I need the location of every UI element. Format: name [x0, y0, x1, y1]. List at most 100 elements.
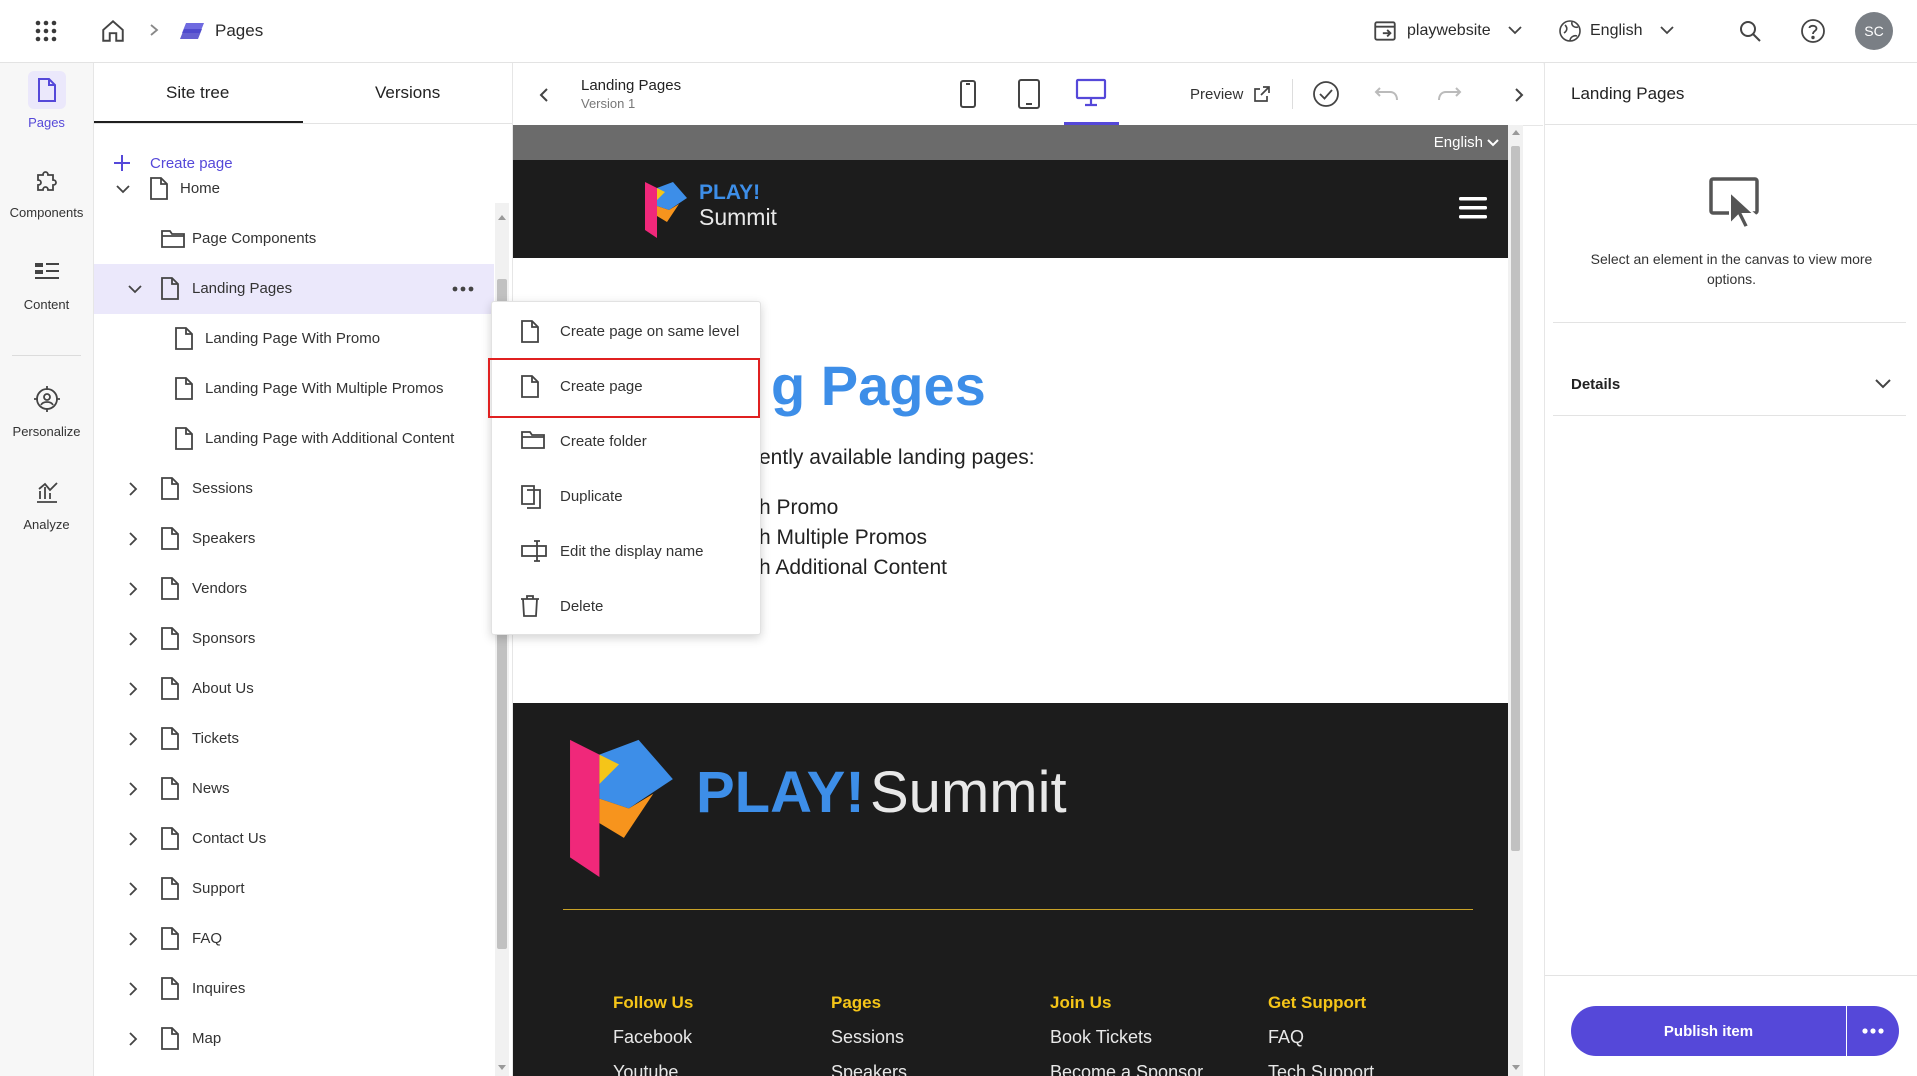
chevron-right-icon[interactable] [128, 532, 142, 546]
chevron-right-icon[interactable] [128, 482, 142, 496]
site-page-heading: g Pages [771, 354, 986, 417]
chevron-down-icon[interactable] [128, 284, 142, 298]
scrollbar-thumb[interactable] [1511, 146, 1520, 851]
scroll-up-icon[interactable] [498, 215, 506, 220]
footer-link[interactable]: FAQ [1268, 1027, 1304, 1048]
tree-item-label: Page Components [192, 230, 317, 247]
chevron-right-icon[interactable] [128, 882, 142, 896]
publish-button[interactable]: Publish item [1571, 1006, 1846, 1056]
tree-item-about-us[interactable]: About Us [94, 664, 494, 714]
language-selector[interactable]: English [1590, 22, 1642, 40]
footer-link[interactable]: Facebook [613, 1027, 692, 1048]
tree-item-news[interactable]: News [94, 764, 494, 814]
tree-item-support[interactable]: Support [94, 864, 494, 914]
menu-item-duplicate[interactable]: Duplicate [492, 474, 760, 524]
tree-item-inquires[interactable]: Inquires [94, 964, 494, 1014]
rail-item-components[interactable]: Components [0, 161, 93, 220]
tree-item-label: Sessions [192, 480, 253, 497]
site-language-selector[interactable]: English [1434, 134, 1483, 151]
details-section-header[interactable]: Details [1571, 376, 1620, 393]
home-icon[interactable] [100, 18, 126, 44]
site-list-item[interactable]: h Additional Content [759, 556, 947, 580]
rail-item-personalize[interactable]: Personalize [0, 380, 93, 439]
site-language-chevron-icon[interactable] [1487, 139, 1499, 147]
footer-link[interactable]: Become a Sponsor [1050, 1062, 1203, 1076]
tree-item-sponsors[interactable]: Sponsors [94, 614, 494, 664]
menu-item-delete[interactable]: Delete [492, 584, 760, 634]
footer-column-heading: Get Support [1268, 993, 1367, 1012]
canvas-scrollbar[interactable] [1508, 125, 1523, 1076]
tree-item-landing-page-with-multiple-promos[interactable]: Landing Page With Multiple Promos [94, 364, 494, 414]
site-list-item[interactable]: h Multiple Promos [759, 526, 927, 550]
rail-divider [12, 355, 81, 356]
rail-item-content[interactable]: Content [0, 253, 93, 312]
tree-item-sessions[interactable]: Sessions [94, 464, 494, 514]
rail-item-pages[interactable]: Pages [0, 71, 93, 130]
page-icon [160, 576, 180, 601]
page-icon [27, 71, 66, 109]
redo-icon[interactable] [1436, 85, 1462, 103]
tree-item-home[interactable]: Home [94, 164, 494, 214]
mobile-device-icon[interactable] [958, 79, 978, 109]
avatar[interactable]: SC [1855, 12, 1893, 50]
menu-item-create-page-on-same-level[interactable]: Create page on same level [492, 309, 760, 359]
chevron-right-icon[interactable] [128, 982, 142, 996]
more-options-icon[interactable] [452, 286, 474, 292]
menu-item-edit-the-display-name[interactable]: Edit the display name [492, 529, 760, 579]
chevron-right-icon[interactable] [128, 1032, 142, 1046]
menu-item-create-folder[interactable]: Create folder [492, 419, 760, 469]
chevron-right-icon[interactable] [128, 782, 142, 796]
chevron-down-icon[interactable] [116, 184, 130, 198]
page-icon [160, 1026, 180, 1051]
chevron-right-icon[interactable] [128, 932, 142, 946]
search-icon[interactable] [1738, 19, 1762, 43]
app-switcher-icon[interactable] [34, 19, 58, 43]
back-chevron-icon[interactable] [538, 87, 550, 103]
footer-link[interactable]: Tech Support [1268, 1062, 1374, 1076]
site-logo-play: PLAY! [699, 181, 761, 204]
tree-item-speakers[interactable]: Speakers [94, 514, 494, 564]
tree-item-landing-page-with-promo[interactable]: Landing Page With Promo [94, 314, 494, 364]
chevron-right-icon[interactable] [128, 832, 142, 846]
external-link-icon[interactable] [1253, 85, 1271, 103]
properties-panel: Landing Pages Select an element in the c… [1544, 63, 1917, 1076]
chevron-right-icon[interactable] [128, 682, 142, 696]
chevron-right-icon[interactable] [128, 732, 142, 746]
trash-icon [520, 594, 540, 618]
footer-link[interactable]: Book Tickets [1050, 1027, 1152, 1048]
scroll-down-icon[interactable] [1512, 1065, 1520, 1070]
tree-item-contact-us[interactable]: Contact Us [94, 814, 494, 864]
page-icon [160, 776, 180, 801]
scroll-down-icon[interactable] [498, 1065, 506, 1070]
hamburger-menu-icon[interactable] [1459, 196, 1487, 220]
tree-item-tickets[interactable]: Tickets [94, 714, 494, 764]
footer-link[interactable]: Sessions [831, 1027, 904, 1048]
details-chevron-down-icon[interactable] [1875, 379, 1891, 389]
tree-item-faq[interactable]: FAQ [94, 914, 494, 964]
chevron-right-icon[interactable] [128, 632, 142, 646]
tree-item-landing-page-with-additional-content[interactable]: Landing Page with Additional Content [94, 414, 494, 464]
help-icon[interactable] [1800, 18, 1826, 44]
approve-check-icon[interactable] [1312, 80, 1340, 108]
language-chevron-down-icon[interactable] [1660, 25, 1674, 35]
preview-button[interactable]: Preview [1190, 86, 1243, 103]
site-selector[interactable]: playwebsite [1407, 22, 1491, 40]
desktop-device-icon[interactable] [1075, 78, 1107, 108]
footer-link[interactable]: Youtube [613, 1062, 678, 1076]
site-list-item[interactable]: h Promo [759, 496, 838, 520]
footer-link[interactable]: Speakers [831, 1062, 907, 1076]
forward-chevron-icon[interactable] [1513, 87, 1525, 103]
tree-item-page-components[interactable]: Page Components [94, 214, 494, 264]
chevron-right-icon[interactable] [128, 582, 142, 596]
undo-icon[interactable] [1374, 85, 1400, 103]
rail-item-analyze[interactable]: Analyze [0, 473, 93, 532]
tablet-device-icon[interactable] [1017, 78, 1041, 110]
tree-item-landing-pages[interactable]: Landing Pages [94, 264, 494, 314]
panel-divider [1553, 322, 1906, 323]
site-chevron-down-icon[interactable] [1508, 25, 1522, 35]
publish-more-button[interactable] [1847, 1006, 1899, 1056]
scroll-up-icon[interactable] [1512, 130, 1520, 135]
canvas-toolbar: Landing Pages Version 1 Preview [513, 63, 1543, 126]
tree-item-map[interactable]: Map [94, 1014, 494, 1064]
tree-item-vendors[interactable]: Vendors [94, 564, 494, 614]
